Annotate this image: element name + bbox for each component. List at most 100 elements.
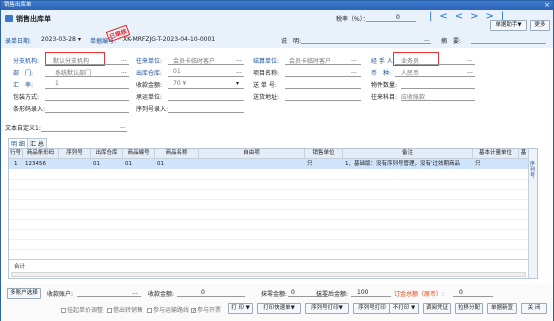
- docno-input[interactable]: XK-MRFZJG-T-2023-04-10-0001: [123, 36, 215, 43]
- serial-print-dropdown-button[interactable]: 序列号打印▼: [305, 303, 349, 314]
- after-discount-label: 抹零后金额:: [316, 291, 349, 298]
- cell-base-unit[interactable]: 只: [473, 160, 481, 169]
- close-button[interactable]: 关 闭: [521, 303, 547, 314]
- side-panel[interactable]: 序列号: [528, 149, 537, 278]
- handler-dots[interactable]: ...: [467, 56, 473, 63]
- close-icon[interactable]: ×: [544, 1, 550, 10]
- cell-row-no[interactable]: 1: [12, 160, 18, 169]
- rate-label: 汇 率:: [13, 82, 34, 89]
- col-serial: 序列号: [59, 149, 91, 159]
- branch-dots[interactable]: ...: [121, 56, 127, 63]
- col-remark: 备注: [343, 149, 473, 159]
- helper-button[interactable]: 单据助手▼: [490, 20, 527, 31]
- recv-account-dots[interactable]: ...: [132, 289, 138, 296]
- deposit-input[interactable]: 0: [459, 289, 463, 296]
- serial-print-button[interactable]: 序列号打印: [353, 303, 391, 314]
- cell-barcode[interactable]: 123456: [23, 160, 46, 169]
- cell-sales-unit[interactable]: 只: [305, 160, 313, 169]
- custom-text-label: 文本自定义1:: [5, 125, 41, 132]
- print-button[interactable]: 打 印 ▼: [228, 303, 253, 314]
- detail-table: 行号 商品条形码 序列号 出库仓库 商品编号 商品名称 自由项 销售单位 备注 …: [8, 148, 538, 279]
- check-lend-sale[interactable]: 借出转销售: [107, 305, 143, 314]
- delivery-no-label: 送 单 号:: [253, 82, 277, 89]
- date-input[interactable]: 2023-03-28: [41, 36, 89, 43]
- serial-side-tab[interactable]: 序列号: [530, 161, 537, 179]
- checkbox-checked-icon[interactable]: [191, 308, 196, 313]
- settle-label: 结算单位:: [253, 58, 280, 65]
- barcode-label: 条形码录入:: [13, 106, 46, 113]
- discount-input[interactable]: 0: [291, 289, 295, 296]
- package-label: 包装方式:: [13, 94, 40, 101]
- handler-label: 经 手 人:: [371, 58, 395, 65]
- cell-goods-code[interactable]: 01: [123, 160, 132, 169]
- checkbox-icon[interactable]: [61, 308, 66, 313]
- settle-dots[interactable]: ...: [351, 56, 357, 63]
- currency-label: 币 种:: [371, 70, 392, 77]
- cell-warehouse[interactable]: 01: [91, 160, 100, 169]
- check-invoice[interactable]: 参与开票: [191, 305, 221, 314]
- horizontal-scrollbar[interactable]: [11, 272, 526, 277]
- col-goods-code: 商品编号: [123, 149, 155, 159]
- tab-detail[interactable]: 明 细: [8, 138, 28, 148]
- branch-label: 分支机构:: [13, 58, 40, 65]
- delivery-address-label: 送货地址:: [253, 94, 280, 101]
- more-button[interactable]: 更多: [530, 20, 550, 31]
- summary-label: 摘 要:: [441, 38, 462, 45]
- document-icon: [5, 15, 13, 22]
- allocate-button[interactable]: 拉移分配: [455, 303, 483, 314]
- check-price-adjust[interactable]: 挂起单价调整: [61, 305, 103, 314]
- title-bar: 销售出库单 ×: [1, 1, 553, 10]
- multi-account-button[interactable]: 多账户选择: [7, 288, 41, 299]
- col-goods-name: 商品名称: [155, 149, 199, 159]
- remark-label: 说 明:: [281, 38, 302, 45]
- first-record-icon[interactable]: |<: [429, 11, 455, 22]
- check-route[interactable]: 参与运输路线: [147, 305, 189, 314]
- tax-label: 税率（%）：: [336, 16, 369, 23]
- new-document-button[interactable]: 单据新宣: [487, 303, 517, 314]
- quick-print-button[interactable]: 打印快速单▼: [257, 303, 301, 314]
- col-warehouse: 出库仓库: [91, 149, 123, 159]
- col-row-no: 行号: [9, 149, 23, 159]
- next-record-icon[interactable]: >: [470, 11, 485, 22]
- partner-label: 往来单位:: [136, 58, 163, 65]
- serial-label: 序列号录入:: [136, 106, 169, 113]
- no-print-button[interactable]: 不打印 ▼: [389, 303, 419, 314]
- cell-remark[interactable]: 1、基础版：没有序列号管理，没有'过效期商品: [343, 160, 473, 169]
- custom-text-dots[interactable]: ...: [120, 123, 126, 130]
- recv-account-label: 收款账户:: [47, 291, 74, 298]
- currency-dots[interactable]: ...: [467, 68, 473, 75]
- deposit-label: 订金总额（原币）:: [394, 291, 445, 298]
- after-discount-input[interactable]: 100: [357, 289, 368, 296]
- tax-input[interactable]: 0: [366, 14, 416, 22]
- checkbox-icon[interactable]: [147, 308, 152, 313]
- col-base-unit: 基本计量单位: [473, 149, 519, 159]
- calendar-icon[interactable]: ▾: [78, 36, 81, 43]
- tab-summary[interactable]: 汇 总: [27, 138, 47, 148]
- view-voucher-button[interactable]: 调阅凭证: [423, 303, 451, 314]
- cash-input[interactable]: 0: [201, 289, 205, 296]
- cell-goods-name[interactable]: 01: [155, 160, 164, 169]
- window-title: 销售出库单: [4, 2, 32, 8]
- warehouse-label: 出库仓库:: [136, 70, 163, 77]
- rate-input[interactable]: 1: [55, 80, 59, 87]
- warehouse-dots[interactable]: ...: [236, 68, 242, 75]
- partner-dots[interactable]: ...: [236, 56, 242, 63]
- carrier-label: 承运单位:: [136, 94, 163, 101]
- paid-label: 收款金额:: [136, 82, 163, 89]
- warehouse-input[interactable]: 01: [173, 68, 181, 75]
- dept-label: 部 门:: [13, 70, 34, 77]
- checkbox-icon[interactable]: [107, 308, 112, 313]
- paid-dropdown-icon[interactable]: ▾: [236, 80, 239, 87]
- dept-dots[interactable]: ...: [121, 68, 127, 75]
- goods-count-label: 物件数量:: [371, 82, 398, 89]
- total-label: 合计: [14, 264, 26, 270]
- project-label: 项目名称:: [253, 70, 280, 77]
- sales-outbound-window: 销售出库单 × 销售出库单 税率（%）： 0 |<<>>| 单据助手▼ 更多 录…: [0, 0, 554, 321]
- paid-input[interactable]: 70 ¥: [173, 80, 186, 87]
- discount-label: 抹零金额:: [261, 291, 288, 298]
- remark-dots[interactable]: ...: [424, 36, 430, 43]
- footer: 多账户选择 收款账户: ... 收款金额: 0 抹零金额: 0 抹零后金额: 1…: [1, 284, 553, 321]
- col-free-item: 自由项: [199, 149, 305, 159]
- prev-record-icon[interactable]: <: [455, 11, 470, 22]
- project-dots[interactable]: ...: [351, 68, 357, 75]
